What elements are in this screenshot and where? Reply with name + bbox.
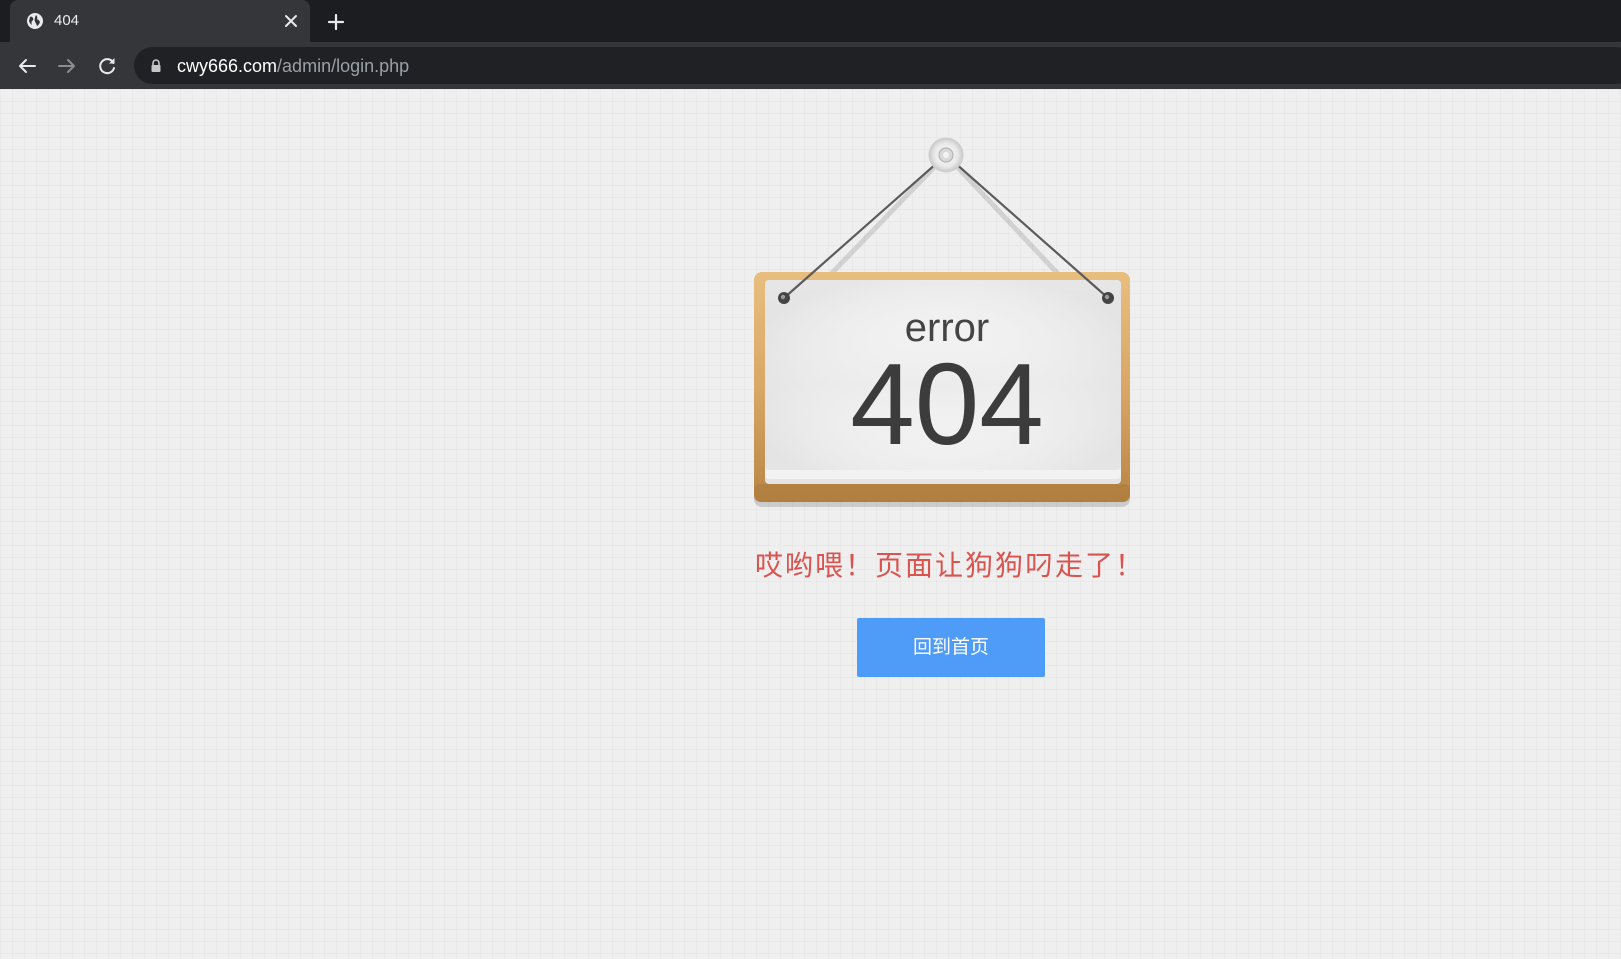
globe-icon — [27, 13, 43, 29]
active-tab[interactable]: 404 — [10, 0, 310, 42]
plus-icon[interactable] — [326, 12, 346, 32]
back-arrow-icon[interactable] — [15, 54, 39, 78]
url-host: cwy666.com — [177, 56, 278, 76]
string-shadow — [827, 153, 1062, 278]
lock-icon[interactable] — [150, 59, 162, 73]
page-content: error 404 哎哟喂！页面让狗狗叼走了！ 回到首页 — [0, 89, 1621, 959]
tab-strip: 404 — [0, 0, 1621, 42]
close-icon[interactable] — [282, 12, 300, 30]
tab-title: 404 — [54, 12, 80, 29]
error-message: 哎哟喂！页面让狗狗叼走了！ — [754, 549, 1145, 582]
reload-icon[interactable] — [95, 54, 119, 78]
url-text: cwy666.com/admin/login.php — [177, 56, 409, 76]
back-to-home-button[interactable]: 回到首页 — [857, 618, 1045, 677]
url-path: /admin/login.php — [277, 56, 410, 76]
sign-error-code: 404 — [850, 339, 1044, 469]
forward-arrow-icon[interactable] — [55, 54, 79, 78]
address-bar[interactable]: cwy666.com/admin/login.php — [134, 47, 1621, 84]
browser-toolbar: cwy666.com/admin/login.php — [0, 42, 1621, 89]
